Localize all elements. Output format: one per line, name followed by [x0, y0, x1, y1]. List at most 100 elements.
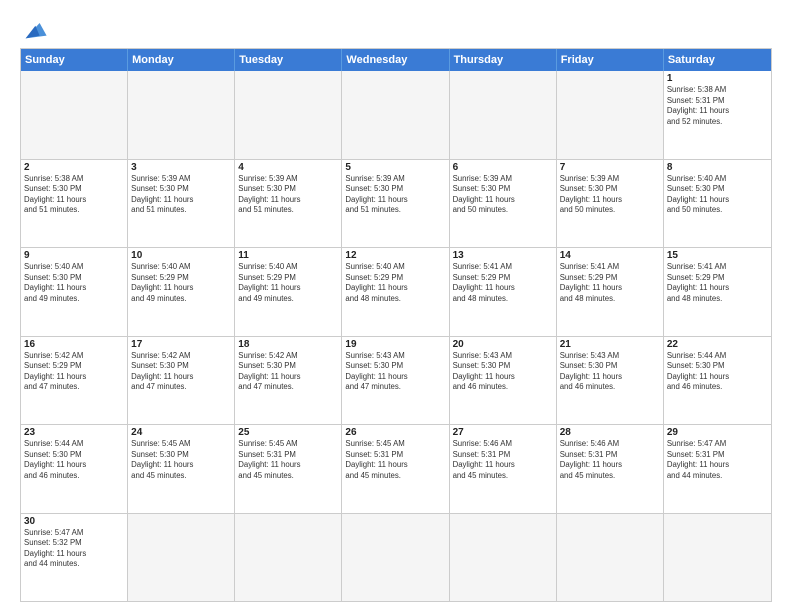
- day-info: Sunrise: 5:47 AM Sunset: 5:31 PM Dayligh…: [667, 439, 768, 481]
- header-day-sunday: Sunday: [21, 49, 128, 71]
- day-info: Sunrise: 5:38 AM Sunset: 5:30 PM Dayligh…: [24, 174, 124, 216]
- day-number: 26: [345, 427, 445, 438]
- day-cell-9: 9Sunrise: 5:40 AM Sunset: 5:30 PM Daylig…: [21, 248, 128, 336]
- day-cell-22: 22Sunrise: 5:44 AM Sunset: 5:30 PM Dayli…: [664, 337, 771, 425]
- day-info: Sunrise: 5:38 AM Sunset: 5:31 PM Dayligh…: [667, 85, 768, 127]
- day-cell-10: 10Sunrise: 5:40 AM Sunset: 5:29 PM Dayli…: [128, 248, 235, 336]
- header: [20, 16, 772, 44]
- day-cell-16: 16Sunrise: 5:42 AM Sunset: 5:29 PM Dayli…: [21, 337, 128, 425]
- empty-cell: [557, 71, 664, 159]
- day-info: Sunrise: 5:42 AM Sunset: 5:30 PM Dayligh…: [238, 351, 338, 393]
- empty-cell: [342, 71, 449, 159]
- header-day-monday: Monday: [128, 49, 235, 71]
- empty-cell: [557, 514, 664, 602]
- week-row-5: 30Sunrise: 5:47 AM Sunset: 5:32 PM Dayli…: [21, 514, 771, 602]
- day-cell-27: 27Sunrise: 5:46 AM Sunset: 5:31 PM Dayli…: [450, 425, 557, 513]
- day-cell-2: 2Sunrise: 5:38 AM Sunset: 5:30 PM Daylig…: [21, 160, 128, 248]
- day-info: Sunrise: 5:40 AM Sunset: 5:29 PM Dayligh…: [131, 262, 231, 304]
- day-cell-5: 5Sunrise: 5:39 AM Sunset: 5:30 PM Daylig…: [342, 160, 449, 248]
- day-cell-15: 15Sunrise: 5:41 AM Sunset: 5:29 PM Dayli…: [664, 248, 771, 336]
- day-number: 28: [560, 427, 660, 438]
- day-info: Sunrise: 5:47 AM Sunset: 5:32 PM Dayligh…: [24, 528, 124, 570]
- week-row-1: 2Sunrise: 5:38 AM Sunset: 5:30 PM Daylig…: [21, 160, 771, 249]
- day-cell-13: 13Sunrise: 5:41 AM Sunset: 5:29 PM Dayli…: [450, 248, 557, 336]
- empty-cell: [128, 71, 235, 159]
- logo: [20, 16, 52, 44]
- day-cell-30: 30Sunrise: 5:47 AM Sunset: 5:32 PM Dayli…: [21, 514, 128, 602]
- day-number: 8: [667, 162, 768, 173]
- day-number: 30: [24, 516, 124, 527]
- day-cell-14: 14Sunrise: 5:41 AM Sunset: 5:29 PM Dayli…: [557, 248, 664, 336]
- empty-cell: [342, 514, 449, 602]
- empty-cell: [235, 71, 342, 159]
- day-number: 5: [345, 162, 445, 173]
- day-number: 24: [131, 427, 231, 438]
- day-number: 19: [345, 339, 445, 350]
- day-number: 16: [24, 339, 124, 350]
- day-cell-23: 23Sunrise: 5:44 AM Sunset: 5:30 PM Dayli…: [21, 425, 128, 513]
- week-row-3: 16Sunrise: 5:42 AM Sunset: 5:29 PM Dayli…: [21, 337, 771, 426]
- day-number: 15: [667, 250, 768, 261]
- day-info: Sunrise: 5:40 AM Sunset: 5:29 PM Dayligh…: [238, 262, 338, 304]
- empty-cell: [21, 71, 128, 159]
- day-number: 29: [667, 427, 768, 438]
- day-info: Sunrise: 5:42 AM Sunset: 5:30 PM Dayligh…: [131, 351, 231, 393]
- empty-cell: [235, 514, 342, 602]
- day-info: Sunrise: 5:39 AM Sunset: 5:30 PM Dayligh…: [131, 174, 231, 216]
- day-cell-20: 20Sunrise: 5:43 AM Sunset: 5:30 PM Dayli…: [450, 337, 557, 425]
- empty-cell: [128, 514, 235, 602]
- day-cell-25: 25Sunrise: 5:45 AM Sunset: 5:31 PM Dayli…: [235, 425, 342, 513]
- day-cell-6: 6Sunrise: 5:39 AM Sunset: 5:30 PM Daylig…: [450, 160, 557, 248]
- day-info: Sunrise: 5:39 AM Sunset: 5:30 PM Dayligh…: [453, 174, 553, 216]
- day-info: Sunrise: 5:40 AM Sunset: 5:29 PM Dayligh…: [345, 262, 445, 304]
- day-info: Sunrise: 5:41 AM Sunset: 5:29 PM Dayligh…: [453, 262, 553, 304]
- day-info: Sunrise: 5:41 AM Sunset: 5:29 PM Dayligh…: [667, 262, 768, 304]
- day-info: Sunrise: 5:44 AM Sunset: 5:30 PM Dayligh…: [667, 351, 768, 393]
- day-cell-12: 12Sunrise: 5:40 AM Sunset: 5:29 PM Dayli…: [342, 248, 449, 336]
- header-day-tuesday: Tuesday: [235, 49, 342, 71]
- empty-cell: [450, 514, 557, 602]
- day-info: Sunrise: 5:46 AM Sunset: 5:31 PM Dayligh…: [453, 439, 553, 481]
- logo-icon: [20, 16, 48, 44]
- header-day-thursday: Thursday: [450, 49, 557, 71]
- day-number: 21: [560, 339, 660, 350]
- day-cell-8: 8Sunrise: 5:40 AM Sunset: 5:30 PM Daylig…: [664, 160, 771, 248]
- empty-cell: [450, 71, 557, 159]
- day-number: 17: [131, 339, 231, 350]
- day-info: Sunrise: 5:43 AM Sunset: 5:30 PM Dayligh…: [345, 351, 445, 393]
- day-cell-17: 17Sunrise: 5:42 AM Sunset: 5:30 PM Dayli…: [128, 337, 235, 425]
- day-number: 6: [453, 162, 553, 173]
- day-cell-21: 21Sunrise: 5:43 AM Sunset: 5:30 PM Dayli…: [557, 337, 664, 425]
- day-number: 18: [238, 339, 338, 350]
- day-number: 10: [131, 250, 231, 261]
- day-info: Sunrise: 5:46 AM Sunset: 5:31 PM Dayligh…: [560, 439, 660, 481]
- day-number: 20: [453, 339, 553, 350]
- week-row-0: 1Sunrise: 5:38 AM Sunset: 5:31 PM Daylig…: [21, 71, 771, 160]
- day-info: Sunrise: 5:40 AM Sunset: 5:30 PM Dayligh…: [667, 174, 768, 216]
- day-info: Sunrise: 5:45 AM Sunset: 5:31 PM Dayligh…: [238, 439, 338, 481]
- day-number: 7: [560, 162, 660, 173]
- day-cell-4: 4Sunrise: 5:39 AM Sunset: 5:30 PM Daylig…: [235, 160, 342, 248]
- day-number: 1: [667, 73, 768, 84]
- day-number: 23: [24, 427, 124, 438]
- day-cell-1: 1Sunrise: 5:38 AM Sunset: 5:31 PM Daylig…: [664, 71, 771, 159]
- day-info: Sunrise: 5:43 AM Sunset: 5:30 PM Dayligh…: [453, 351, 553, 393]
- day-cell-19: 19Sunrise: 5:43 AM Sunset: 5:30 PM Dayli…: [342, 337, 449, 425]
- day-cell-11: 11Sunrise: 5:40 AM Sunset: 5:29 PM Dayli…: [235, 248, 342, 336]
- day-info: Sunrise: 5:40 AM Sunset: 5:30 PM Dayligh…: [24, 262, 124, 304]
- day-cell-3: 3Sunrise: 5:39 AM Sunset: 5:30 PM Daylig…: [128, 160, 235, 248]
- day-info: Sunrise: 5:43 AM Sunset: 5:30 PM Dayligh…: [560, 351, 660, 393]
- day-info: Sunrise: 5:39 AM Sunset: 5:30 PM Dayligh…: [345, 174, 445, 216]
- empty-cell: [664, 514, 771, 602]
- day-number: 14: [560, 250, 660, 261]
- week-row-4: 23Sunrise: 5:44 AM Sunset: 5:30 PM Dayli…: [21, 425, 771, 514]
- header-day-friday: Friday: [557, 49, 664, 71]
- header-day-saturday: Saturday: [664, 49, 771, 71]
- day-info: Sunrise: 5:42 AM Sunset: 5:29 PM Dayligh…: [24, 351, 124, 393]
- day-number: 4: [238, 162, 338, 173]
- day-cell-29: 29Sunrise: 5:47 AM Sunset: 5:31 PM Dayli…: [664, 425, 771, 513]
- day-number: 13: [453, 250, 553, 261]
- day-number: 2: [24, 162, 124, 173]
- day-cell-26: 26Sunrise: 5:45 AM Sunset: 5:31 PM Dayli…: [342, 425, 449, 513]
- header-day-wednesday: Wednesday: [342, 49, 449, 71]
